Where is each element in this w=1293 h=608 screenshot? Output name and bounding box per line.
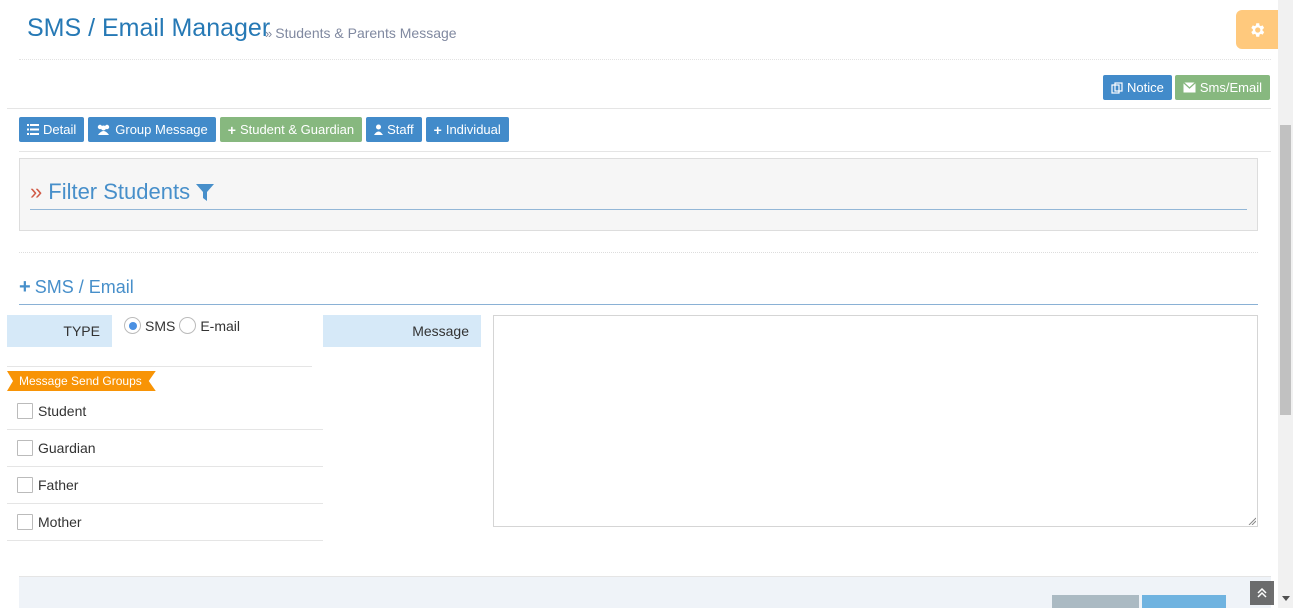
divider (30, 209, 1247, 210)
tab-staff-label: Staff (387, 122, 414, 137)
groups-ribbon: Message Send Groups (7, 371, 156, 391)
tab-individual[interactable]: + Individual (425, 117, 509, 142)
filter-title[interactable]: » Filter Students (30, 179, 215, 205)
page-header: SMS / Email Manager » Students & Parents … (19, 0, 1271, 60)
message-textarea[interactable] (493, 315, 1258, 527)
tab-staff[interactable]: Staff (366, 117, 422, 142)
group-item-father: Father (7, 467, 323, 504)
group-item-label: Father (38, 477, 79, 493)
list-icon (27, 124, 39, 135)
scrollbar-thumb[interactable] (1280, 125, 1291, 415)
top-actions: Notice Sms/Email (1103, 75, 1270, 100)
group-item-mother: Mother (7, 504, 323, 541)
group-item-label: Guardian (38, 440, 96, 456)
sms-email-button-label: Sms/Email (1199, 80, 1262, 95)
filter-icon (196, 183, 215, 201)
checkbox-guardian[interactable] (17, 440, 33, 456)
double-chevron-right-icon: » (265, 26, 273, 41)
radio-sms-label: SMS (145, 317, 176, 334)
groups-ribbon-label: Message Send Groups (19, 374, 142, 388)
double-chevron-right-icon: » (30, 179, 43, 204)
copy-icon (1111, 81, 1123, 94)
plus-icon: + (227, 121, 236, 138)
plus-icon: + (19, 276, 31, 298)
sms-email-button[interactable]: Sms/Email (1174, 75, 1270, 100)
group-item-guardian: Guardian (7, 430, 323, 467)
gear-icon (1251, 22, 1265, 37)
page-subtitle-text: Students & Parents Message (275, 25, 457, 41)
message-label: Message (323, 315, 481, 347)
scroll-to-top-button[interactable] (1250, 581, 1274, 605)
divider (19, 304, 1258, 305)
page-title: SMS / Email Manager (27, 14, 271, 42)
tab-individual-label: Individual (445, 122, 501, 137)
settings-button[interactable] (1236, 10, 1278, 49)
checkbox-father[interactable] (17, 477, 33, 493)
divider (7, 366, 312, 367)
type-radio-group: SMS E-mail (124, 317, 244, 334)
type-label: TYPE (7, 315, 112, 347)
group-item-label: Student (38, 403, 87, 419)
divider (7, 108, 1271, 109)
filter-title-text: Filter Students (48, 179, 191, 204)
resize-grip-icon[interactable] (1248, 517, 1256, 525)
double-chevron-up-icon (1257, 588, 1267, 598)
user-icon (374, 124, 384, 135)
envelope-icon (1182, 82, 1196, 93)
plus-icon: + (433, 121, 442, 138)
notice-button-label: Notice (1127, 80, 1164, 95)
submit-button[interactable] (1142, 595, 1226, 608)
reset-button[interactable] (1052, 595, 1139, 608)
radio-email[interactable] (179, 317, 197, 334)
notice-button[interactable]: Notice (1103, 75, 1172, 100)
section-heading-text: SMS / Email (34, 277, 134, 297)
tab-group-message[interactable]: Group Message (88, 117, 216, 142)
divider (19, 151, 1271, 152)
group-item-label: Mother (38, 514, 82, 530)
tab-detail[interactable]: Detail (19, 117, 85, 142)
divider (19, 252, 1258, 253)
tab-student-guardian[interactable]: + Student & Guardian (219, 117, 363, 142)
group-list: Student Guardian Father Mother (7, 393, 323, 541)
radio-sms[interactable] (124, 317, 141, 334)
scroll-down-arrow-icon[interactable] (1282, 596, 1290, 601)
checkbox-mother[interactable] (17, 514, 33, 530)
section-heading: + SMS / Email (19, 276, 134, 299)
tab-group-message-label: Group Message (115, 122, 208, 137)
group-item-student: Student (7, 393, 323, 430)
page-subtitle: » Students & Parents Message (265, 25, 457, 41)
filter-panel: » Filter Students (19, 158, 1258, 231)
scrollbar[interactable] (1278, 0, 1293, 608)
tab-student-guardian-label: Student & Guardian (239, 122, 355, 137)
tab-bar: Detail Group Message + Student & Guardia… (19, 117, 509, 142)
users-icon (98, 124, 110, 135)
tab-detail-label: Detail (43, 122, 77, 137)
radio-email-label: E-mail (200, 317, 241, 334)
checkbox-student[interactable] (17, 403, 33, 419)
